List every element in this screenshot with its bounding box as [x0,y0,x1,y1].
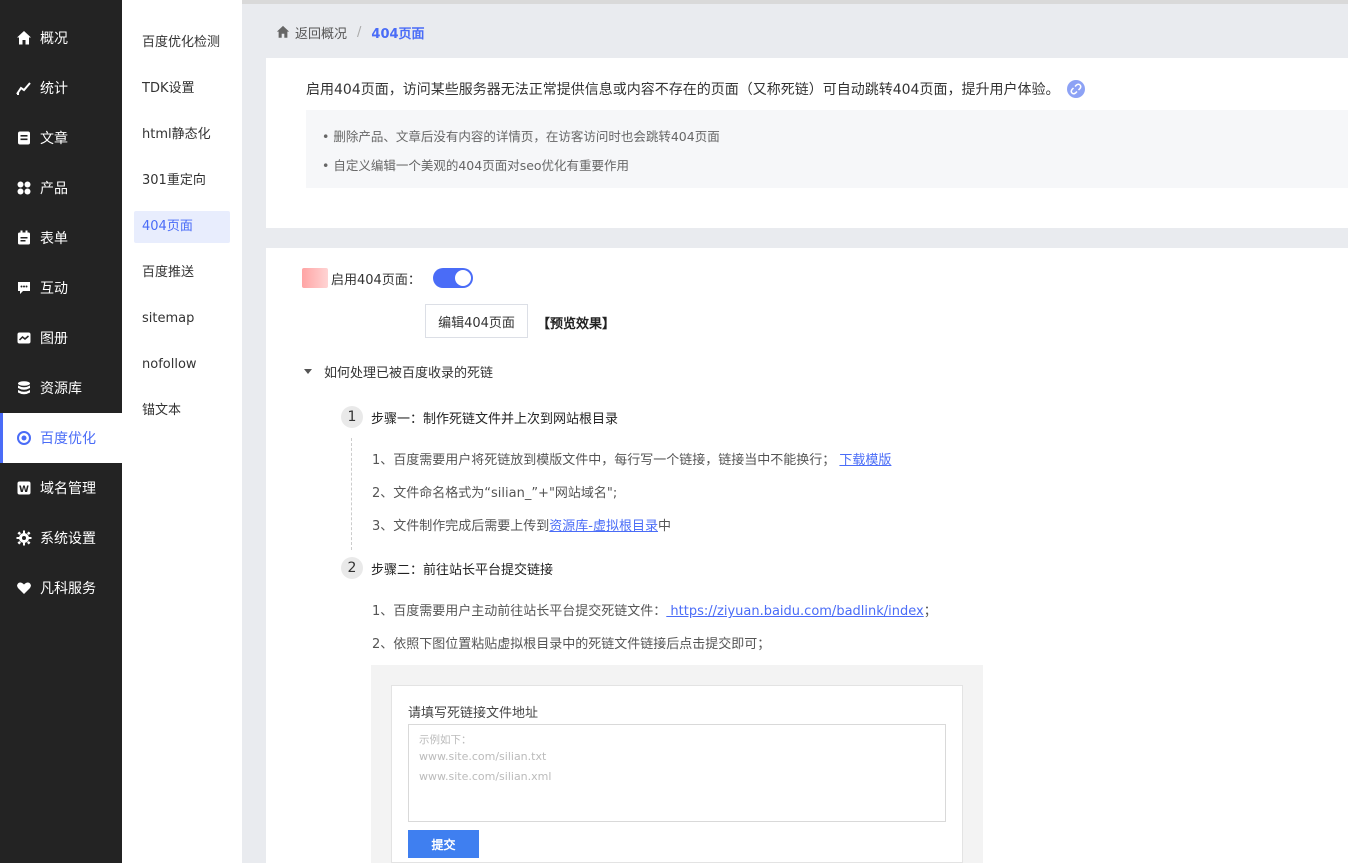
breadcrumb-back-link[interactable]: 返回概况 [295,23,347,42]
nav-label: 互动 [40,281,68,297]
step1-line2: 2、文件命名格式为“silian_”+"网站域名"; [372,486,618,501]
nav-item-domain[interactable]: W 域名管理 [0,463,122,513]
enable-404-toggle[interactable] [432,268,473,288]
intro-text: 启用404页面，访问某些服务器无法正常提供信息或内容不存在的页面（又称死链）可自… [306,82,1060,98]
heart-icon [16,580,32,596]
album-icon [16,330,32,346]
step-number: 2 [341,557,363,579]
nav-label: 统计 [40,81,68,97]
step-text: 3、文件制作完成后需要上传到 [372,519,550,534]
enable-404-row: 启用404页面： [302,268,473,288]
nav-item-product[interactable]: 产品 [0,163,122,213]
subnav-item-baidu-push[interactable]: 百度推送 [134,257,230,289]
step1-line3: 3、文件制作完成后需要上传到资源库-虚拟根目录中 [372,515,671,534]
step-title: 步骤一：制作死链文件并上次到网站根目录 [371,411,619,427]
product-icon [16,180,32,196]
domain-icon: W [16,480,32,496]
nav-item-form[interactable]: 表单 [0,213,122,263]
subnav-item-anchor[interactable]: 锚文本 [134,395,230,427]
subnav-item-html-static[interactable]: html静态化 [134,119,230,151]
guide-title: 如何处理已被百度收录的死链 [324,366,494,381]
subnav-item-sitemap[interactable]: sitemap [134,303,230,335]
dead-link-guide-toggle[interactable]: 如何处理已被百度收录的死链 [304,362,493,381]
resource-root-link[interactable]: 资源库-虚拟根目录 [549,519,658,534]
demo-placeholder-line: www.site.com/silian.txt [419,750,547,763]
baidu-badlink-link[interactable]: https://ziyuan.baidu.com/badlink/index [666,604,923,619]
step-divider [351,438,352,550]
intro-note: • 删除产品、文章后没有内容的详情页，在访客访问时也会跳转404页面 [322,129,720,144]
step2-line2: 2、依照下图位置粘贴虚拟根目录中的死链文件链接后点击提交即可； [372,637,771,652]
nav-label: 文章 [40,131,68,147]
nav-label: 图册 [40,331,68,347]
gear-icon [16,530,32,546]
step-1: 1 步骤一：制作死链文件并上次到网站根目录 [341,406,618,428]
sub-nav: 百度优化检测 TDK设置 html静态化 301重定向 404页面 百度推送 s… [122,0,242,863]
nav-label: 域名管理 [40,481,96,497]
top-strip [242,0,1348,4]
seo-icon [16,430,32,446]
enable-404-label: 启用404页面： [331,272,421,288]
nav-label: 百度优化 [40,431,96,447]
caret-down-icon [304,369,312,374]
step-text: 1、百度需要用户将死链放到模版文件中，每行写一个链接，链接当中不能换行； [372,453,836,468]
flag-icon [302,268,328,288]
settings-card: 启用404页面： 编辑404页面 【预览效果】 如何处理已被百度收录的死链 1 … [266,248,1348,863]
step2-line1: 1、百度需要用户主动前往站长平台提交死链文件： https://ziyuan.b… [372,600,937,619]
nav-item-album[interactable]: 图册 [0,313,122,363]
home-icon[interactable] [276,25,290,39]
breadcrumb-current: 404页面 [371,26,425,42]
step-text: 中 [657,519,671,534]
subnav-item-404[interactable]: 404页面 [134,211,230,243]
nav-label: 系统设置 [40,531,96,547]
nav-label: 概况 [40,31,68,47]
home-icon [16,30,32,46]
edit-404-button[interactable]: 编辑404页面 [425,304,528,338]
step-text: ； [923,604,937,619]
link-icon[interactable] [1067,80,1086,98]
chat-icon [16,280,32,296]
demo-submit-button: 提交 [408,830,479,858]
nav-item-settings[interactable]: 系统设置 [0,513,122,563]
demo-form: 请填写死链接文件地址 示例如下： www.site.com/silian.txt… [391,685,963,863]
article-icon [16,130,32,146]
nav-label: 凡科服务 [40,581,96,597]
svg-text:W: W [19,485,29,495]
step-number: 1 [341,406,363,428]
nav-label: 表单 [40,231,68,247]
demo-placeholder-line: www.site.com/silian.xml [419,770,552,783]
step-2: 2 步骤二：前往站长平台提交链接 [341,557,553,579]
form-icon [16,230,32,246]
intro-notes: • 删除产品、文章后没有内容的详情页，在访客访问时也会跳转404页面 • 自定义… [306,110,1348,188]
nav-item-stats[interactable]: 统计 [0,63,122,113]
subnav-item-nofollow[interactable]: nofollow [134,349,230,381]
nav-item-service[interactable]: 凡科服务 [0,563,122,613]
demo-placeholder-head: 示例如下： [419,734,472,746]
demo-screenshot: 请填写死链接文件地址 示例如下： www.site.com/silian.txt… [371,665,983,863]
stats-icon [16,80,32,96]
demo-label: 请填写死链接文件地址 [408,706,539,721]
demo-textarea: 示例如下： www.site.com/silian.txt www.site.c… [408,724,946,822]
database-icon [16,380,32,396]
preview-link[interactable]: 【预览效果】 [537,313,615,332]
subnav-item-301[interactable]: 301重定向 [134,165,230,197]
step1-line1: 1、百度需要用户将死链放到模版文件中，每行写一个链接，链接当中不能换行； 下载模… [372,449,891,468]
step-title: 步骤二：前往站长平台提交链接 [371,562,554,578]
breadcrumb: 返回概况 / 404页面 [276,22,425,42]
nav-item-article[interactable]: 文章 [0,113,122,163]
download-template-link[interactable]: 下载模版 [839,453,891,468]
step-text: 1、百度需要用户主动前往站长平台提交死链文件： [372,604,667,619]
nav-item-baidu-seo[interactable]: 百度优化 [0,413,122,463]
intro-note: • 自定义编辑一个美观的404页面对seo优化有重要作用 [322,158,630,173]
nav-label: 资源库 [40,381,82,397]
nav-item-overview[interactable]: 概况 [0,13,122,63]
main-nav: 概况 统计 文章 产品 表单 互动 图册 资源库 百度优化 W 域名管理 系统设… [0,0,122,863]
nav-label: 产品 [40,181,68,197]
intro-text-row: 启用404页面，访问某些服务器无法正常提供信息或内容不存在的页面（又称死链）可自… [306,79,1086,99]
subnav-item-tdk[interactable]: TDK设置 [134,73,230,105]
nav-item-resources[interactable]: 资源库 [0,363,122,413]
subnav-item-seo-check[interactable]: 百度优化检测 [134,27,230,59]
breadcrumb-separator: / [357,24,362,40]
intro-card: 启用404页面，访问某些服务器无法正常提供信息或内容不存在的页面（又称死链）可自… [266,58,1348,228]
nav-item-interact[interactable]: 互动 [0,263,122,313]
